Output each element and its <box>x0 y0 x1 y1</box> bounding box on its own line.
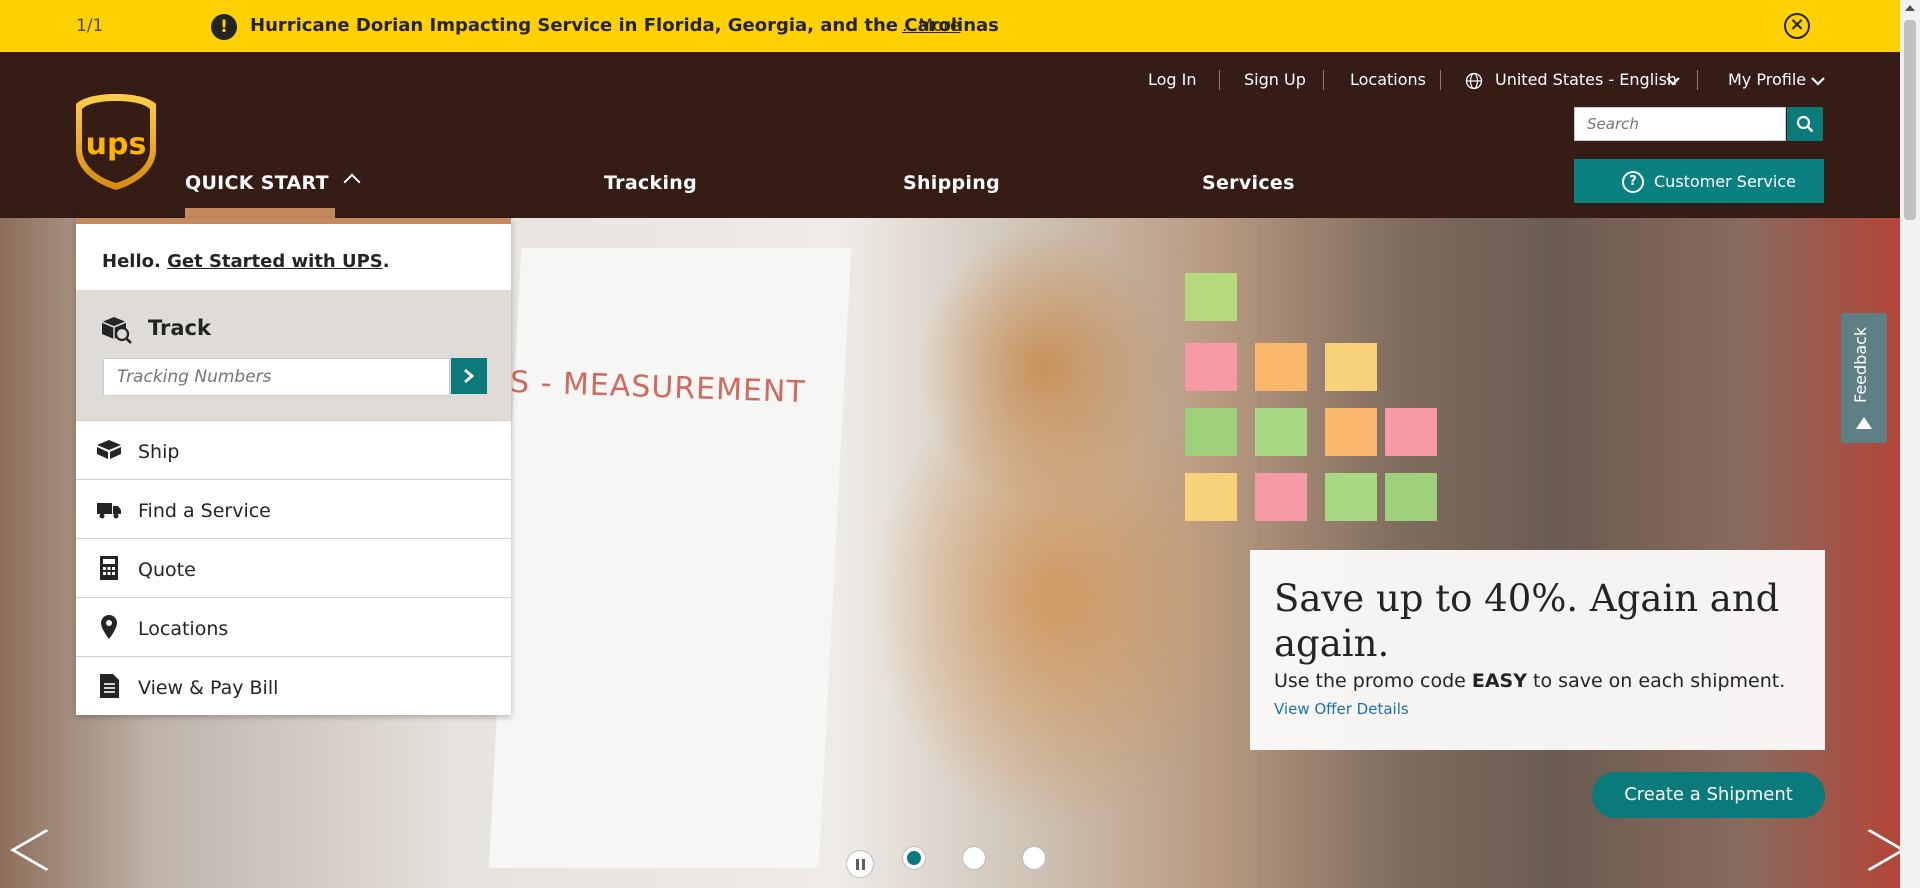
feedback-label: Feedback <box>1851 326 1870 403</box>
sticky-note <box>1385 408 1437 456</box>
exclamation-icon: ! <box>211 14 237 40</box>
nav-tracking[interactable]: Tracking <box>604 172 697 194</box>
chevron-right-icon <box>464 368 475 384</box>
alert-more-link[interactable]: ...More <box>902 16 960 36</box>
chevron-down-icon[interactable] <box>1666 76 1680 86</box>
login-link[interactable]: Log In <box>1148 70 1197 89</box>
view-offer-details-link[interactable]: View Offer Details <box>1274 700 1409 718</box>
promo-card: Save up to 40%. Again and again. Use the… <box>1250 550 1825 750</box>
package-search-icon <box>101 317 132 344</box>
carousel-dot-3[interactable] <box>1022 846 1046 870</box>
sticky-note <box>1325 343 1377 391</box>
page-scrollbar[interactable] <box>1900 0 1920 888</box>
quick-start-item-label: Ship <box>138 441 180 463</box>
sticky-note <box>1325 473 1377 521</box>
globe-icon <box>1465 72 1483 90</box>
nav-quick-start[interactable]: QUICK START <box>185 172 329 194</box>
quick-start-item-quote[interactable]: Quote <box>76 538 511 597</box>
sticky-note <box>1255 473 1307 521</box>
signup-link[interactable]: Sign Up <box>1244 70 1306 89</box>
scrollbar-thumb[interactable] <box>1904 20 1916 220</box>
feedback-tab[interactable]: Feedback <box>1841 313 1887 443</box>
quick-start-greeting: Hello. Get Started with UPS. <box>76 224 511 290</box>
customer-service-button[interactable]: ? Customer Service <box>1574 159 1824 203</box>
hero-image-whiteboard <box>488 248 852 868</box>
my-profile-menu[interactable]: My Profile <box>1728 70 1806 89</box>
truck-icon <box>97 503 121 519</box>
alert-bar: 1/1 ! Hurricane Dorian Impacting Service… <box>0 0 1900 52</box>
search-input[interactable] <box>1575 108 1785 140</box>
track-submit-button[interactable] <box>451 358 487 394</box>
sticky-note <box>1185 408 1237 456</box>
search-field[interactable] <box>1574 107 1786 141</box>
quick-start-menu: Hello. Get Started with UPS. Track Ship … <box>76 218 511 715</box>
promo-sub-after: to save on each shipment. <box>1527 670 1786 692</box>
close-icon[interactable]: × <box>1784 13 1810 39</box>
alert-counter: 1/1 <box>76 16 104 36</box>
quick-start-item-label: Quote <box>138 559 196 581</box>
sticky-note <box>1185 473 1237 521</box>
carousel-pause-button[interactable] <box>846 850 874 878</box>
quick-start-item-pay-bill[interactable]: View & Pay Bill <box>76 656 511 715</box>
chevron-down-icon[interactable] <box>1811 76 1825 86</box>
quick-start-item-label: View & Pay Bill <box>138 677 279 699</box>
carousel-next-icon[interactable] <box>1834 829 1900 871</box>
sticky-note <box>1255 343 1307 391</box>
box-icon <box>97 440 121 459</box>
greeting-period: . <box>382 251 390 272</box>
greeting-text: Hello. <box>102 251 161 272</box>
alert-message: Hurricane Dorian Impacting Service in Fl… <box>250 15 999 36</box>
promo-sub-before: Use the promo code <box>1274 670 1472 692</box>
sticky-note <box>1325 408 1377 456</box>
scroll-up-icon[interactable] <box>1905 5 1915 11</box>
track-title: Track <box>148 316 211 340</box>
divider <box>1323 70 1324 90</box>
carousel-prev-icon[interactable] <box>10 829 82 871</box>
tracking-number-input[interactable] <box>103 358 450 396</box>
promo-headline: Save up to 40%. Again and again. <box>1274 577 1780 665</box>
arrow-up-icon <box>1856 417 1872 429</box>
sticky-note <box>1185 343 1237 391</box>
quick-start-item-ship[interactable]: Ship <box>76 420 511 479</box>
active-nav-indicator <box>185 208 335 218</box>
sticky-note <box>1255 408 1307 456</box>
quick-start-item-find-service[interactable]: Find a Service <box>76 479 511 538</box>
document-icon <box>100 674 119 698</box>
quick-start-item-label: Locations <box>138 618 229 640</box>
locations-link[interactable]: Locations <box>1350 70 1426 89</box>
sticky-note <box>1185 273 1237 321</box>
promo-subtext: Use the promo code EASY to save on each … <box>1274 670 1785 692</box>
quick-start-item-label: Find a Service <box>138 500 271 522</box>
logo-text: ups <box>86 127 147 162</box>
nav-services[interactable]: Services <box>1202 172 1295 194</box>
create-shipment-button[interactable]: Create a Shipment <box>1592 772 1825 818</box>
divider <box>1697 70 1698 90</box>
search-button[interactable] <box>1787 107 1823 141</box>
divider <box>1440 70 1441 90</box>
sticky-note <box>1385 473 1437 521</box>
hero-image-sticky-notes <box>1185 243 1437 563</box>
get-started-link[interactable]: Get Started with UPS <box>167 251 383 272</box>
search-icon <box>1796 115 1814 133</box>
carousel-dot-2[interactable] <box>962 846 986 870</box>
calculator-icon <box>100 556 118 580</box>
nav-shipping[interactable]: Shipping <box>903 172 1000 194</box>
help-icon: ? <box>1622 171 1644 193</box>
chevron-up-icon[interactable] <box>343 173 361 191</box>
divider <box>1219 70 1220 90</box>
promo-code: EASY <box>1471 670 1528 692</box>
language-selector[interactable]: United States - English <box>1495 70 1677 89</box>
map-pin-icon <box>101 615 117 639</box>
ups-logo[interactable]: ups <box>74 92 158 192</box>
site-header: ups Log In Sign Up Locations United Stat… <box>0 52 1900 218</box>
quick-start-item-locations[interactable]: Locations <box>76 597 511 656</box>
customer-service-label: Customer Service <box>1654 172 1796 191</box>
track-panel: Track <box>76 290 511 420</box>
carousel-dot-1[interactable] <box>902 846 926 870</box>
